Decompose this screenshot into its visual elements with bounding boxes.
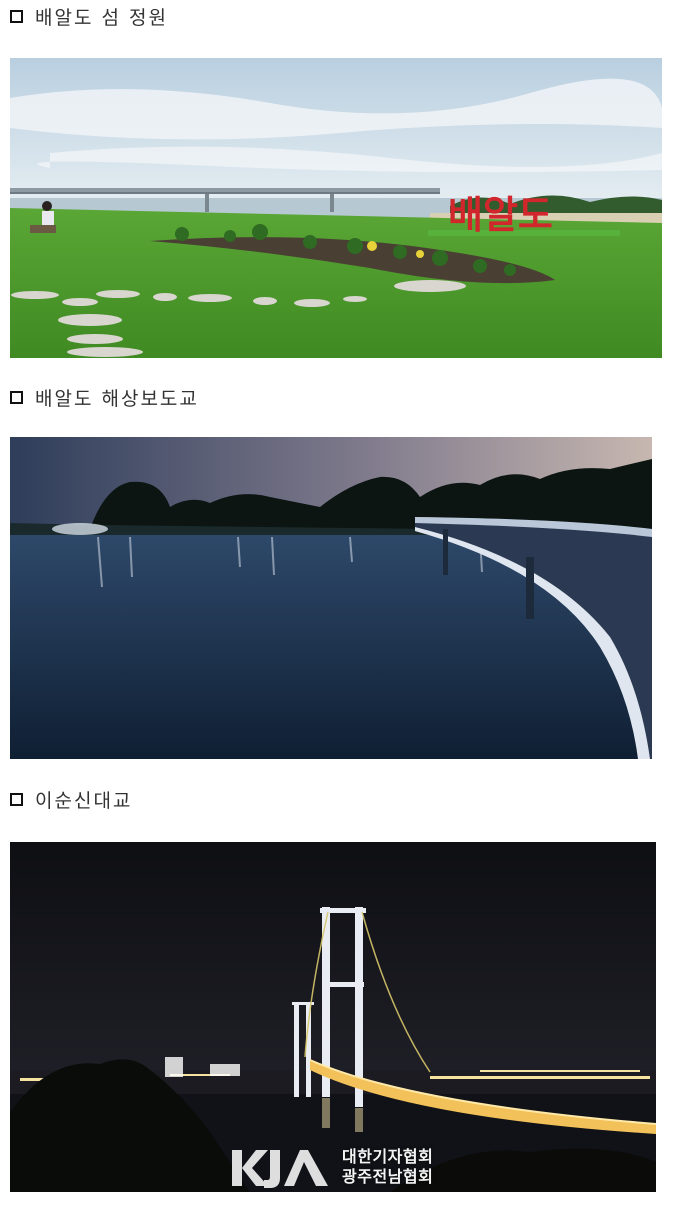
garden-sign: 배알도 [448,193,553,237]
garden-photo: 배알도 [10,58,662,358]
section-title: 이순신대교 [35,789,133,812]
section-heading-footbridge: 배알도 해상보도교 [10,383,199,411]
square-bullet-icon [10,9,23,23]
footbridge-photo [10,437,652,759]
section-heading-suspension-bridge: 이순신대교 [10,785,132,813]
section-heading-garden: 배알도 섬 정원 [10,2,168,30]
watermark: 대한기자협회 광주전남협회 [230,1144,433,1190]
square-bullet-icon [10,390,23,404]
square-bullet-icon [10,792,23,806]
suspension-bridge-photo [10,842,656,1192]
section-title: 배알도 섬 정원 [35,6,168,29]
kja-logo [230,1144,334,1190]
section-title: 배알도 해상보도교 [35,387,199,410]
watermark-line-2: 광주전남협회 [342,1167,434,1186]
watermark-line-1: 대한기자협회 [342,1147,434,1166]
